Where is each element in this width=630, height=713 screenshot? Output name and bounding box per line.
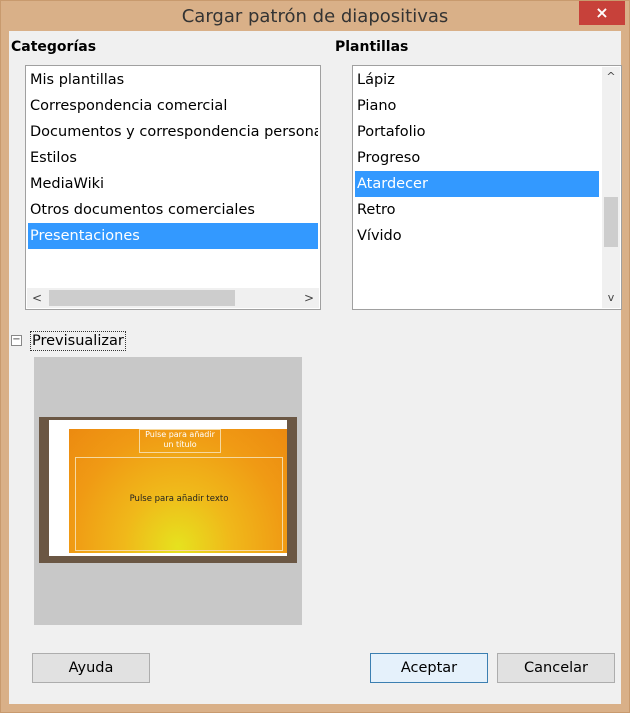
category-item[interactable]: Correspondencia comercial xyxy=(28,93,318,119)
templates-vertical-scrollbar[interactable]: ^ v xyxy=(602,67,620,308)
vertical-scroll-thumb[interactable] xyxy=(604,197,618,247)
close-button[interactable]: × xyxy=(579,1,625,25)
scroll-left-icon[interactable]: < xyxy=(27,288,47,308)
template-item[interactable]: Portafolio xyxy=(355,119,599,145)
category-item-selected[interactable]: Presentaciones xyxy=(28,223,318,249)
title-bar[interactable]: Cargar patrón de diapositivas × xyxy=(1,1,629,31)
preview-pane: Pulse para añadir un título Pulse para a… xyxy=(34,357,302,625)
category-item[interactable]: Documentos y correspondencia personal xyxy=(28,119,318,145)
slide-body-placeholder: Pulse para añadir texto xyxy=(75,457,283,551)
help-button[interactable]: Ayuda xyxy=(32,653,150,683)
template-item[interactable]: Lápiz xyxy=(355,67,599,93)
templates-label: Plantillas xyxy=(335,39,409,55)
slide-background: Pulse para añadir un título Pulse para a… xyxy=(69,429,287,553)
close-icon: × xyxy=(595,3,609,22)
templates-listbox[interactable]: Lápiz Piano Portafolio Progreso Atardece… xyxy=(352,65,622,310)
template-item[interactable]: Piano xyxy=(355,93,599,119)
preview-expander-label[interactable]: Previsualizar xyxy=(30,331,126,351)
category-item[interactable]: MediaWiki xyxy=(28,171,318,197)
slide-thumbnail-frame: Pulse para añadir un título Pulse para a… xyxy=(39,417,297,563)
template-item[interactable]: Progreso xyxy=(355,145,599,171)
scroll-right-icon[interactable]: > xyxy=(299,288,319,308)
category-item[interactable]: Mis plantillas xyxy=(28,67,318,93)
category-item[interactable]: Estilos xyxy=(28,145,318,171)
dialog-content: Categorías Mis plantillas Correspondenci… xyxy=(9,31,622,704)
scroll-down-icon[interactable]: v xyxy=(602,288,620,308)
categories-horizontal-scrollbar[interactable]: < > xyxy=(27,288,319,308)
slide-body-text: Pulse para añadir texto xyxy=(129,494,229,504)
categories-label: Categorías xyxy=(11,39,97,55)
cancel-button[interactable]: Cancelar xyxy=(497,653,615,683)
slide-page: Pulse para añadir un título Pulse para a… xyxy=(49,420,287,556)
template-item-selected[interactable]: Atardecer xyxy=(355,171,599,197)
categories-listbox[interactable]: Mis plantillas Correspondencia comercial… xyxy=(25,65,321,310)
dialog-window: Cargar patrón de diapositivas × Categorí… xyxy=(0,0,630,713)
collapse-icon[interactable]: − xyxy=(11,335,22,346)
slide-title-placeholder: Pulse para añadir un título xyxy=(139,429,221,453)
scroll-up-icon[interactable]: ^ xyxy=(602,67,620,87)
ok-button[interactable]: Aceptar xyxy=(370,653,488,683)
template-item[interactable]: Retro xyxy=(355,197,599,223)
dialog-title: Cargar patrón de diapositivas xyxy=(181,6,449,27)
template-item[interactable]: Vívido xyxy=(355,223,599,249)
horizontal-scroll-thumb[interactable] xyxy=(49,290,235,306)
category-item[interactable]: Otros documentos comerciales xyxy=(28,197,318,223)
